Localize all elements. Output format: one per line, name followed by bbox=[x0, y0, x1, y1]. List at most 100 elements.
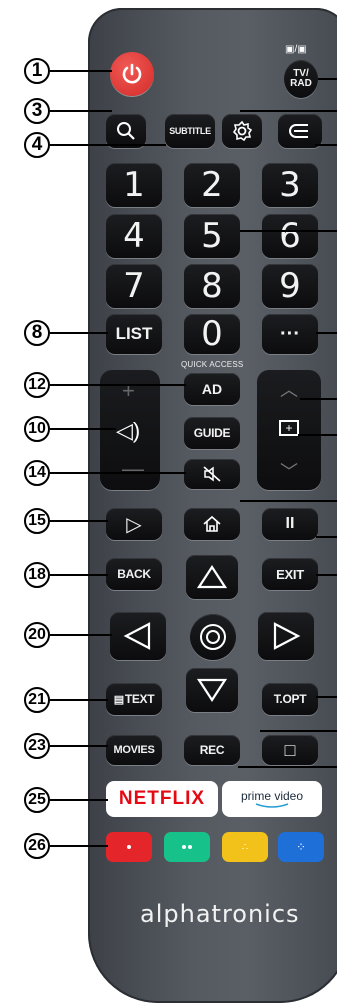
stop-button[interactable]: □ bbox=[262, 735, 318, 765]
channel-down-icon: ﹀ bbox=[280, 462, 298, 482]
ad-button[interactable]: AD bbox=[184, 373, 240, 405]
dpad-right-button[interactable] bbox=[258, 612, 314, 660]
number-7-button[interactable]: 7 bbox=[106, 264, 162, 308]
callout-line-12 bbox=[50, 384, 186, 386]
prime-video-logo: prime video bbox=[240, 789, 304, 803]
callout-line-1 bbox=[50, 70, 112, 72]
number-8-label: 8 bbox=[201, 266, 223, 306]
home-icon bbox=[203, 515, 221, 532]
tv-rad-button[interactable]: TV/ RAD bbox=[284, 60, 318, 98]
red-button[interactable] bbox=[106, 832, 152, 862]
exit-button[interactable]: EXIT bbox=[262, 558, 318, 590]
callout-line-right-9 bbox=[316, 536, 337, 538]
guide-button[interactable]: GUIDE bbox=[184, 417, 240, 449]
yellow-button[interactable]: ∴ bbox=[222, 832, 268, 862]
callout-3: 3 bbox=[24, 98, 50, 124]
prime-smile-icon bbox=[255, 803, 289, 808]
callout-14: 14 bbox=[24, 460, 50, 486]
callout-line-right-10 bbox=[316, 574, 337, 576]
brand-logo: alphatronics bbox=[140, 900, 300, 928]
callout-line-25 bbox=[50, 799, 108, 801]
dpad-left-button[interactable] bbox=[110, 612, 166, 660]
yellow-dots-icon: ∴ bbox=[241, 841, 249, 853]
number-0-label: 0 bbox=[201, 314, 223, 354]
rec-label: REC bbox=[199, 743, 225, 757]
pause-button[interactable]: II bbox=[262, 508, 318, 540]
callout-line-26 bbox=[50, 845, 108, 847]
number-5-button[interactable]: 5 bbox=[184, 214, 240, 258]
callout-23: 23 bbox=[24, 733, 50, 759]
list-button[interactable]: LIST bbox=[106, 314, 162, 354]
number-7-label: 7 bbox=[123, 266, 145, 306]
number-4-button[interactable]: 4 bbox=[106, 214, 162, 258]
callout-line-20 bbox=[50, 634, 112, 636]
dpad-down-button[interactable] bbox=[186, 668, 238, 712]
blue-dots-icon: ⁘ bbox=[295, 840, 307, 854]
green-dot-2 bbox=[188, 845, 192, 849]
mute-icon bbox=[203, 466, 221, 482]
callout-12: 12 bbox=[24, 372, 50, 398]
green-button[interactable] bbox=[164, 832, 210, 862]
number-8-button[interactable]: 8 bbox=[184, 264, 240, 308]
search-button[interactable] bbox=[106, 114, 146, 148]
callout-line-right-1 bbox=[318, 78, 337, 80]
power-button[interactable] bbox=[110, 52, 154, 96]
callout-25: 25 bbox=[24, 787, 50, 813]
callout-line-14 bbox=[50, 472, 186, 474]
home-button[interactable] bbox=[184, 508, 240, 540]
number-3-label: 3 bbox=[279, 165, 301, 205]
tv-rad-label: TV/ RAD bbox=[290, 68, 312, 89]
text-label: TEXT bbox=[124, 692, 155, 706]
channel-list-icon: + bbox=[279, 420, 299, 436]
ad-label: AD bbox=[201, 381, 223, 397]
number-6-label: 6 bbox=[279, 216, 301, 256]
pause-icon: II bbox=[285, 515, 295, 532]
red-dot-icon bbox=[127, 845, 131, 849]
arrow-left-icon bbox=[123, 622, 151, 650]
callout-line-right-11 bbox=[316, 696, 337, 698]
number-5-label: 5 bbox=[201, 216, 223, 256]
dpad-up-button[interactable] bbox=[186, 555, 238, 599]
back-button[interactable]: BACK bbox=[106, 558, 162, 590]
play-button[interactable]: ▷ bbox=[106, 508, 162, 540]
dpad-ok-button[interactable] bbox=[190, 614, 236, 660]
green-dots-icon bbox=[182, 845, 186, 849]
search-icon bbox=[117, 122, 135, 140]
input-button[interactable] bbox=[278, 114, 322, 148]
callout-10: 10 bbox=[24, 416, 50, 442]
blue-button[interactable]: ⁘ bbox=[278, 832, 324, 862]
callout-line-right-4 bbox=[240, 230, 337, 232]
netflix-logo: NETFLIX bbox=[118, 788, 206, 809]
more-options-button[interactable]: ··· bbox=[262, 314, 318, 354]
number-6-button[interactable]: 6 bbox=[262, 214, 318, 258]
subtitle-label: SUBTITLE bbox=[169, 126, 211, 136]
number-4-label: 4 bbox=[123, 216, 145, 256]
number-1-button[interactable]: 1 bbox=[106, 163, 162, 207]
text-button[interactable]: ▤ TEXT bbox=[106, 683, 162, 715]
callout-line-right-8 bbox=[240, 500, 337, 502]
number-2-button[interactable]: 2 bbox=[184, 163, 240, 207]
callout-18: 18 bbox=[24, 562, 50, 588]
ok-icon bbox=[200, 624, 226, 650]
callout-line-21 bbox=[50, 699, 108, 701]
movies-button[interactable]: MOVIES bbox=[106, 735, 162, 765]
quick-access-label: QUICK ACCESS bbox=[181, 360, 244, 369]
settings-button[interactable] bbox=[222, 114, 262, 148]
number-3-button[interactable]: 3 bbox=[262, 163, 318, 207]
number-9-button[interactable]: 9 bbox=[262, 264, 318, 308]
callout-line-4 bbox=[50, 144, 166, 146]
rec-button[interactable]: REC bbox=[184, 735, 240, 765]
back-label: BACK bbox=[117, 567, 151, 581]
callout-26: 26 bbox=[24, 833, 50, 859]
teletext-icon: ▤ bbox=[113, 693, 124, 706]
topt-button[interactable]: T.OPT bbox=[262, 683, 318, 715]
subtitle-button[interactable]: SUBTITLE bbox=[165, 114, 215, 148]
stop-icon: □ bbox=[284, 739, 296, 760]
number-0-button[interactable]: 0 bbox=[184, 314, 240, 354]
callout-line-right-12 bbox=[260, 730, 337, 732]
channel-up-icon: ︿ bbox=[280, 380, 298, 400]
prime-video-button[interactable]: prime video bbox=[222, 781, 322, 817]
more-label: ··· bbox=[280, 322, 300, 345]
mute-button[interactable] bbox=[184, 459, 240, 489]
netflix-button[interactable]: NETFLIX bbox=[106, 781, 218, 817]
